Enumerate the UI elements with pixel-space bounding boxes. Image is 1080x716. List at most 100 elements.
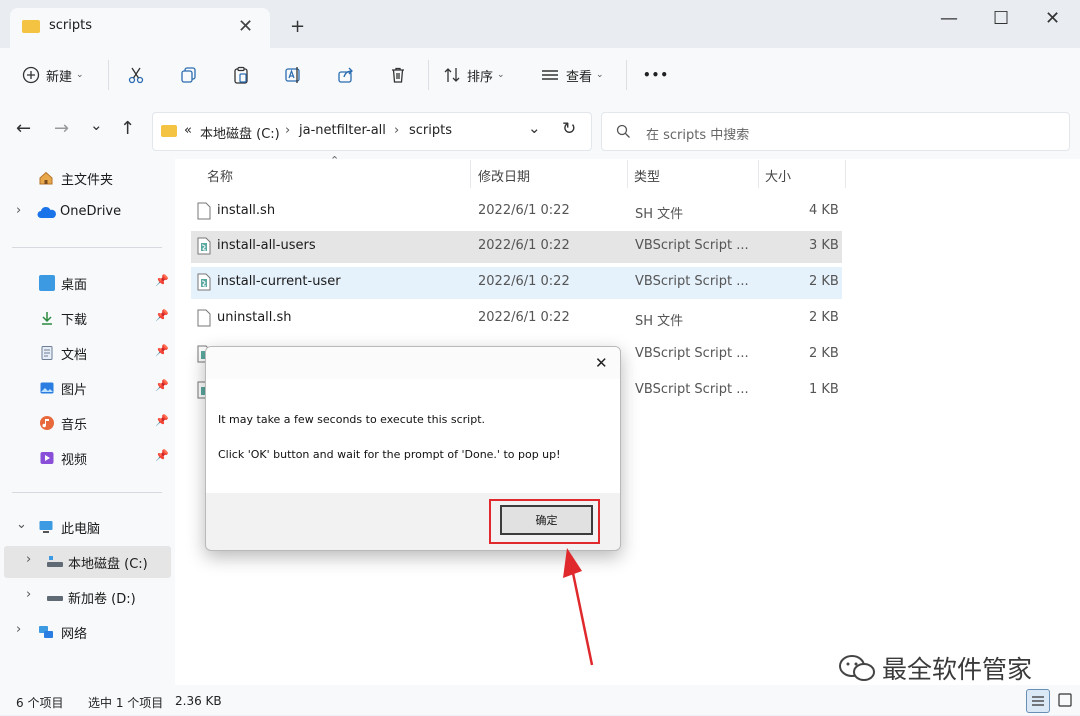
delete-button[interactable] bbox=[389, 62, 413, 88]
column-header-name[interactable]: 名称 bbox=[207, 166, 233, 185]
sidebar-item-pictures[interactable]: 图片 📌 bbox=[0, 373, 175, 403]
paste-button[interactable] bbox=[232, 62, 256, 88]
sort-button[interactable]: 排序 ⌄ bbox=[443, 62, 505, 88]
recent-locations-button[interactable]: ⌄ bbox=[90, 116, 103, 134]
sidebar-item-network[interactable]: › 网络 bbox=[0, 617, 175, 647]
file-type: VBScript Script ... bbox=[635, 382, 749, 397]
sidebar-item-label: 此电脑 bbox=[61, 522, 101, 537]
more-options-button[interactable]: ••• bbox=[643, 62, 669, 88]
dialog-message-line-2: Click 'OK' button and wait for the promp… bbox=[218, 448, 561, 461]
address-dropdown-icon[interactable]: ⌄ bbox=[528, 119, 541, 137]
music-icon bbox=[40, 416, 54, 430]
sidebar-item-this-pc[interactable]: ⌄ 此电脑 bbox=[0, 512, 175, 542]
document-icon bbox=[41, 346, 53, 360]
sidebar-item-music[interactable]: 音乐 📌 bbox=[0, 408, 175, 438]
file-name: install-all-users bbox=[217, 238, 316, 253]
chevron-right-icon[interactable]: › bbox=[26, 552, 31, 567]
table-row[interactable]: uninstall.sh 2022/6/1 0:22 SH 文件 2 KB bbox=[191, 303, 842, 335]
download-icon bbox=[42, 312, 52, 325]
dialog-close-button[interactable]: ✕ bbox=[595, 354, 608, 372]
sidebar-item-label: 音乐 bbox=[61, 418, 88, 433]
column-divider[interactable] bbox=[758, 160, 759, 188]
rename-icon bbox=[285, 67, 300, 83]
forward-button[interactable]: → bbox=[54, 118, 69, 139]
home-icon bbox=[39, 171, 53, 185]
tab-scripts[interactable]: scripts ✕ bbox=[10, 8, 270, 48]
pin-icon[interactable]: 📌 bbox=[155, 309, 169, 322]
sidebar-item-documents[interactable]: 文档 📌 bbox=[0, 338, 175, 368]
cut-button[interactable] bbox=[127, 62, 151, 88]
pin-icon[interactable]: 📌 bbox=[155, 344, 169, 357]
breadcrumb-separator: › bbox=[285, 123, 291, 138]
chevron-right-icon[interactable]: › bbox=[26, 587, 31, 602]
table-row[interactable]: install.sh 2022/6/1 0:22 SH 文件 4 KB bbox=[191, 196, 842, 228]
refresh-button[interactable]: ↻ bbox=[562, 119, 576, 139]
drive-icon bbox=[47, 596, 63, 601]
new-button[interactable]: 新建 ⌄ bbox=[22, 62, 84, 88]
pin-icon[interactable]: 📌 bbox=[155, 274, 169, 287]
share-button[interactable] bbox=[337, 62, 361, 88]
tiles-view-button[interactable] bbox=[1054, 689, 1076, 711]
copy-button[interactable] bbox=[180, 62, 204, 88]
ok-button[interactable]: 确定 bbox=[500, 505, 593, 535]
pin-icon[interactable]: 📌 bbox=[155, 379, 169, 392]
details-view-button[interactable] bbox=[1026, 689, 1050, 713]
breadcrumb-drive-c[interactable]: 本地磁盘 (C:) bbox=[200, 123, 280, 142]
chevron-down-icon: ⌄ bbox=[596, 70, 604, 80]
breadcrumb-overflow[interactable]: « bbox=[184, 123, 192, 138]
sidebar-item-videos[interactable]: 视频 📌 bbox=[0, 443, 175, 473]
file-type: VBScript Script ... bbox=[635, 346, 749, 361]
column-header-type[interactable]: 类型 bbox=[634, 166, 660, 185]
search-input[interactable]: 在 scripts 中搜索 bbox=[601, 112, 1070, 151]
rename-button[interactable] bbox=[284, 62, 308, 88]
divider bbox=[428, 60, 429, 90]
sidebar-item-home[interactable]: 主文件夹 bbox=[0, 163, 175, 193]
up-button[interactable]: ↑ bbox=[120, 118, 135, 139]
sidebar-item-downloads[interactable]: 下载 📌 bbox=[0, 303, 175, 333]
column-header-size[interactable]: 大小 bbox=[765, 166, 791, 185]
column-header-date[interactable]: 修改日期 bbox=[478, 166, 530, 185]
sidebar-item-onedrive[interactable]: › OneDrive bbox=[0, 198, 175, 228]
chevron-right-icon[interactable]: › bbox=[16, 203, 21, 218]
sidebar-item-label: 本地磁盘 (C:) bbox=[68, 557, 148, 572]
desktop-icon bbox=[39, 275, 55, 291]
maximize-button[interactable]: ☐ bbox=[993, 8, 1009, 29]
file-name: install-current-user bbox=[217, 274, 341, 289]
file-date: 2022/6/1 0:22 bbox=[478, 238, 570, 253]
table-row[interactable]: install-all-users 2022/6/1 0:22 VBScript… bbox=[191, 231, 842, 263]
sidebar-item-label: OneDrive bbox=[60, 204, 122, 219]
tiles-view-icon bbox=[1058, 693, 1072, 707]
close-button[interactable]: ✕ bbox=[1045, 8, 1060, 29]
vbscript-file-icon bbox=[197, 237, 211, 255]
selection-count: 选中 1 个项目 bbox=[88, 696, 164, 710]
back-button[interactable]: ← bbox=[16, 118, 31, 139]
pin-icon[interactable]: 📌 bbox=[155, 449, 169, 462]
folder-icon bbox=[161, 125, 177, 137]
minimize-button[interactable]: — bbox=[940, 8, 958, 29]
tab-close-icon[interactable]: ✕ bbox=[238, 16, 253, 37]
file-date: 2022/6/1 0:22 bbox=[478, 203, 570, 218]
breadcrumb-ja-netfilter-all[interactable]: ja-netfilter-all bbox=[299, 123, 386, 138]
pin-icon[interactable]: 📌 bbox=[155, 414, 169, 427]
sidebar-item-drive-d[interactable]: › 新加卷 (D:) bbox=[0, 582, 175, 612]
column-divider[interactable] bbox=[470, 160, 471, 188]
sidebar-item-desktop[interactable]: 桌面 📌 bbox=[0, 268, 175, 298]
column-divider[interactable] bbox=[845, 160, 846, 188]
onedrive-cloud-icon bbox=[37, 206, 56, 218]
file-size: 2 KB bbox=[809, 274, 839, 289]
table-row[interactable]: install-current-user 2022/6/1 0:22 VBScr… bbox=[191, 267, 842, 299]
dialog-message-line-1: It may take a few seconds to execute thi… bbox=[218, 413, 486, 426]
column-divider[interactable] bbox=[627, 160, 628, 188]
chevron-down-icon: ⌄ bbox=[497, 70, 505, 80]
chevron-right-icon[interactable]: › bbox=[16, 622, 21, 637]
chevron-down-icon[interactable]: ⌄ bbox=[16, 517, 27, 532]
computer-icon bbox=[39, 521, 53, 533]
address-bar[interactable]: « 本地磁盘 (C:) › ja-netfilter-all › scripts… bbox=[152, 112, 592, 151]
dialog-body bbox=[206, 379, 620, 493]
sidebar-item-drive-c[interactable]: › 本地磁盘 (C:) bbox=[4, 546, 171, 578]
breadcrumb-scripts[interactable]: scripts bbox=[409, 123, 452, 138]
new-tab-button[interactable]: + bbox=[290, 16, 305, 37]
drive-icon bbox=[47, 556, 63, 567]
pictures-icon bbox=[40, 382, 54, 394]
view-button[interactable]: 查看 ⌄ bbox=[540, 62, 604, 88]
